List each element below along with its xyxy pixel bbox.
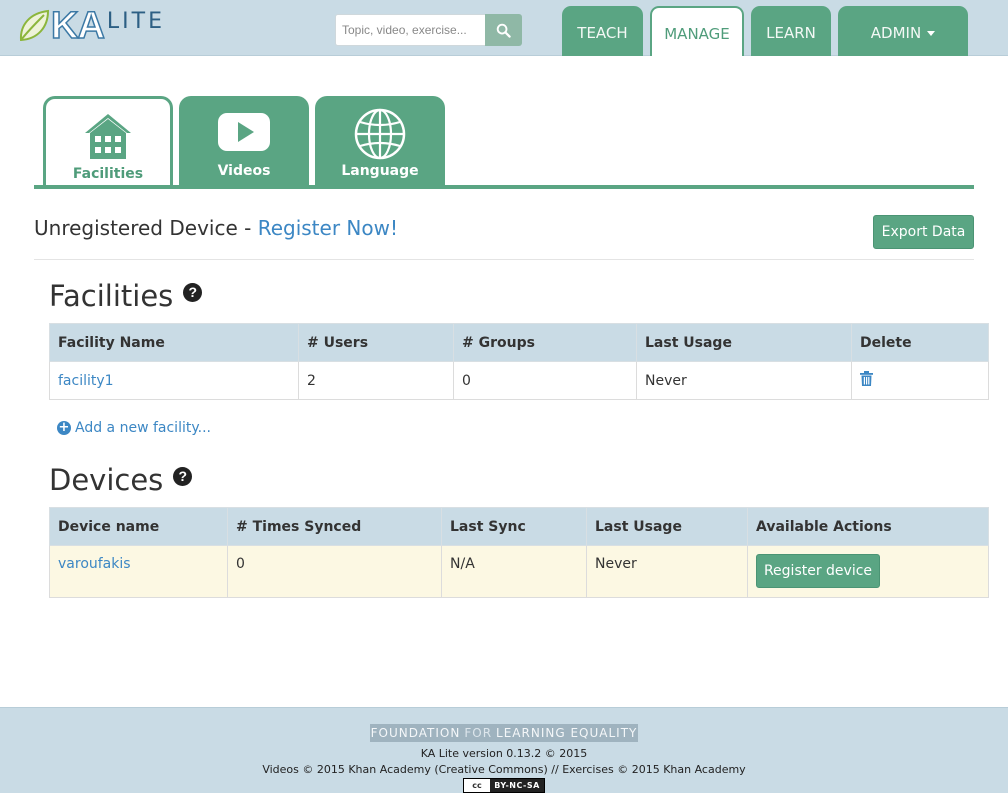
section-title: Devices (49, 463, 164, 497)
device-name-cell: varoufakis (49, 545, 228, 598)
fle-logo[interactable]: FOUNDATION FOR LEARNING EQUALITY (370, 724, 638, 742)
facilities-table: Facility Name # Users # Groups Last Usag… (49, 323, 989, 400)
globe-icon (354, 108, 406, 160)
device-status: Unregistered Device - Register Now! (34, 216, 398, 240)
nav-tab-label: LEARN (766, 24, 816, 42)
search-form (335, 14, 522, 46)
version-text: KA Lite version 0.13.2 © 2015 (420, 747, 588, 760)
help-icon[interactable]: ? (183, 282, 203, 302)
devices-table: Device name # Times Synced Last Sync Las… (49, 507, 989, 598)
plus-circle-icon: + (57, 420, 71, 435)
nav-tab-label: TEACH (577, 24, 628, 42)
footer: FOUNDATION FOR LEARNING EQUALITY KA Lite… (0, 707, 1008, 793)
top-navbar: KA LITE TEACH MANAGE LEARN ADMIN (0, 0, 1008, 56)
credits-text: Videos © 2015 Khan Academy (Creative Com… (262, 763, 746, 776)
register-device-button[interactable]: Register device (756, 554, 880, 588)
ka-lite-logo[interactable]: KA LITE (18, 5, 165, 47)
facilities-heading: Facilities? (49, 279, 203, 313)
building-icon (85, 114, 131, 159)
search-input[interactable] (335, 14, 485, 46)
delete-cell (851, 361, 989, 400)
last-sync-cell: N/A (441, 545, 587, 598)
groups-cell: 0 (453, 361, 637, 400)
play-icon (218, 113, 270, 151)
column-header: Device name (49, 507, 228, 546)
tab-language[interactable]: Language (315, 96, 445, 188)
column-header: Last Sync (441, 507, 587, 546)
search-icon (496, 23, 511, 38)
users-cell: 2 (298, 361, 454, 400)
logo-ka: KA (50, 5, 105, 47)
table-header-row: Facility Name # Users # Groups Last Usag… (49, 323, 989, 362)
device-status-text: Unregistered Device - (34, 216, 258, 240)
cc-license-badge[interactable]: cc BY-NC-SA (463, 778, 545, 793)
last-usage-cell: Never (636, 361, 852, 400)
times-synced-cell: 0 (227, 545, 442, 598)
column-header: # Users (298, 323, 454, 362)
actions-cell: Register device (747, 545, 989, 598)
nav-tab-teach[interactable]: TEACH (562, 6, 643, 56)
tab-label: Facilities (72, 166, 144, 182)
export-data-button[interactable]: Export Data (873, 215, 974, 249)
device-link[interactable]: varoufakis (58, 556, 131, 572)
column-header: Available Actions (747, 507, 989, 546)
add-facility-link[interactable]: + Add a new facility... (57, 420, 211, 436)
org-name-part: FOUNDATION (370, 726, 461, 740)
search-button[interactable] (485, 14, 522, 46)
org-name-part: LEARNING EQUALITY (496, 726, 638, 740)
section-title: Facilities (49, 279, 174, 313)
caret-down-icon (927, 30, 936, 36)
nav-tab-admin[interactable]: ADMIN (838, 6, 968, 56)
org-name-part: FOR (464, 726, 493, 740)
leaf-icon (19, 9, 50, 42)
facility-name-cell: facility1 (49, 361, 299, 400)
tab-label: Language (341, 163, 419, 179)
logo-lite: LITE (106, 8, 165, 34)
add-facility-label: Add a new facility... (75, 420, 211, 436)
nav-tab-label: MANAGE (664, 25, 730, 43)
column-header: Delete (851, 323, 989, 362)
facility-link[interactable]: facility1 (58, 373, 114, 389)
license-label: BY-NC-SA (490, 779, 544, 792)
tab-label: Videos (217, 163, 271, 179)
cc-icon: cc (472, 781, 482, 790)
table-row: varoufakis 0 N/A Never Register device (49, 545, 989, 598)
column-header: # Groups (453, 323, 637, 362)
column-header: Last Usage (586, 507, 748, 546)
column-header: Last Usage (636, 323, 852, 362)
nav-tab-manage[interactable]: MANAGE (650, 6, 744, 56)
column-header: # Times Synced (227, 507, 442, 546)
column-header: Facility Name (49, 323, 299, 362)
tab-videos[interactable]: Videos (179, 96, 309, 188)
table-row: facility1 2 0 Never (49, 361, 989, 400)
nav-tab-learn[interactable]: LEARN (751, 6, 831, 56)
trash-icon[interactable] (860, 371, 873, 386)
help-icon[interactable]: ? (173, 466, 193, 486)
nav-tab-label: ADMIN (870, 24, 922, 42)
last-usage-cell: Never (586, 545, 748, 598)
table-header-row: Device name # Times Synced Last Sync Las… (49, 507, 989, 546)
register-now-link[interactable]: Register Now! (258, 216, 398, 240)
divider (34, 259, 974, 260)
tab-underline (34, 185, 974, 189)
tab-facilities[interactable]: Facilities (43, 96, 173, 188)
devices-heading: Devices? (49, 463, 193, 497)
